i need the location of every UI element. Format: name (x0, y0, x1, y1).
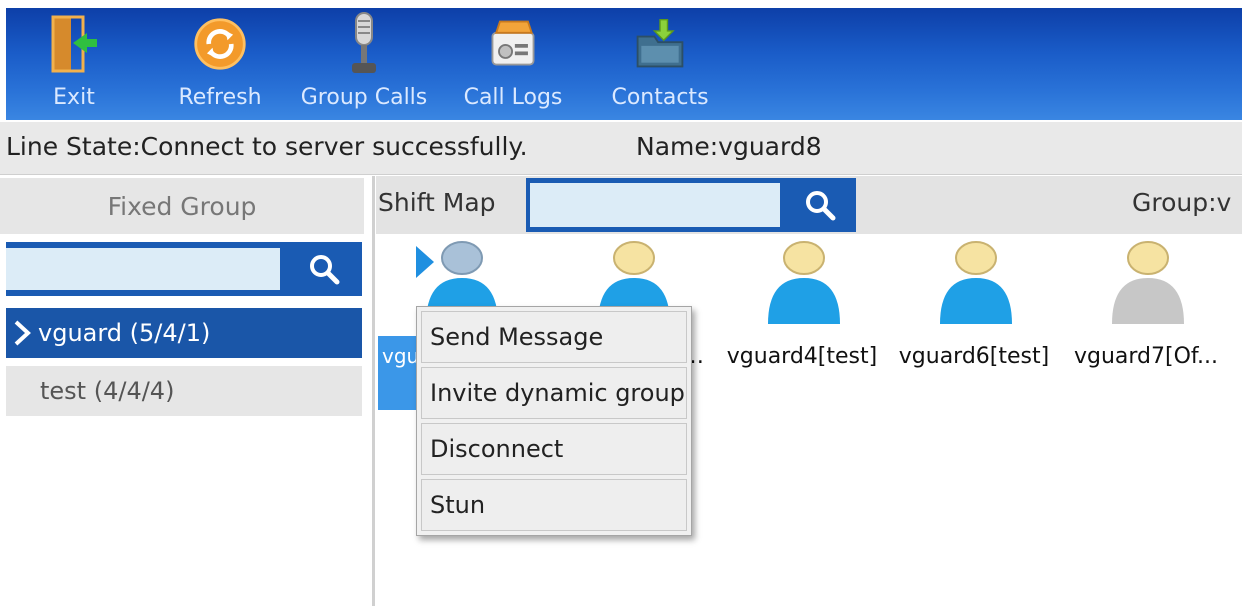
contacts-folder-icon (632, 8, 688, 80)
fixed-group-tab[interactable]: Fixed Group (0, 178, 364, 234)
group-search-box (6, 242, 362, 296)
group-search-input[interactable] (6, 248, 280, 290)
user-vguard4[interactable]: vguard4[test] (722, 238, 882, 369)
refresh-icon (192, 8, 248, 80)
call-logs-icon (485, 8, 541, 80)
search-icon (310, 255, 340, 285)
refresh-label: Refresh (178, 85, 262, 110)
exit-label: Exit (53, 85, 95, 110)
call-logs-label: Call Logs (463, 85, 563, 110)
disconnect-menu-item[interactable]: Disconnect (421, 423, 687, 475)
member-search-button[interactable] (784, 178, 856, 232)
user-label: vguard7[Of... (1073, 344, 1219, 369)
member-search-box (526, 178, 856, 232)
search-icon (806, 191, 836, 221)
group-item-vguard[interactable]: vguard (5/4/1) (6, 308, 362, 358)
user-label: vguard4[test] (726, 344, 878, 369)
user-label: vguard6[test] (898, 344, 1050, 369)
group-item-label: test (4/4/4) (40, 377, 175, 405)
line-state-text: Line State:Connect to server successfull… (6, 132, 528, 161)
invite-dynamic-group-menu-item[interactable]: Invite dynamic group (421, 367, 687, 419)
group-item-test[interactable]: test (4/4/4) (6, 366, 362, 416)
contacts-button[interactable]: Contacts (600, 8, 720, 120)
user-vguard7[interactable]: vguard7[Of... (1066, 238, 1226, 369)
group-calls-label: Group Calls (300, 85, 428, 110)
exit-door-icon (46, 8, 102, 80)
context-menu: Send Message Invite dynamic group Discon… (416, 306, 692, 536)
user-vguard6[interactable]: vguard6[test] (894, 238, 1054, 369)
toolbar: Exit Refresh Group Calls Call Logs Conta… (0, 0, 1242, 122)
refresh-button[interactable]: Refresh (170, 8, 270, 120)
selected-marker-icon (416, 246, 434, 278)
group-name-label: Group:v (1132, 188, 1232, 217)
contacts-label: Contacts (611, 85, 709, 110)
user-avatar-icon (768, 241, 840, 324)
chevron-right-icon (14, 320, 31, 346)
member-search-input[interactable] (530, 183, 780, 227)
user-name-text: Name:vguard8 (636, 132, 822, 161)
exit-button[interactable]: Exit (34, 8, 114, 120)
group-calls-button[interactable]: Group Calls (290, 8, 438, 120)
stun-menu-item[interactable]: Stun (421, 479, 687, 531)
map-header: Shift Map Group:v (376, 176, 1242, 234)
user-avatar-icon (1112, 241, 1184, 324)
shift-map-button[interactable]: Shift Map (378, 188, 496, 217)
user-avatar-icon (940, 241, 1012, 324)
status-bar: Line State:Connect to server successfull… (0, 122, 1242, 175)
group-panel: Fixed Group vguard (5/4/1) test (4/4/4) (0, 176, 372, 606)
call-logs-button[interactable]: Call Logs (454, 8, 572, 120)
panel-divider[interactable] (372, 176, 375, 606)
microphone-icon (336, 8, 392, 80)
group-item-label: vguard (5/4/1) (38, 319, 211, 347)
send-message-menu-item[interactable]: Send Message (421, 311, 687, 363)
group-search-button[interactable] (286, 242, 362, 296)
